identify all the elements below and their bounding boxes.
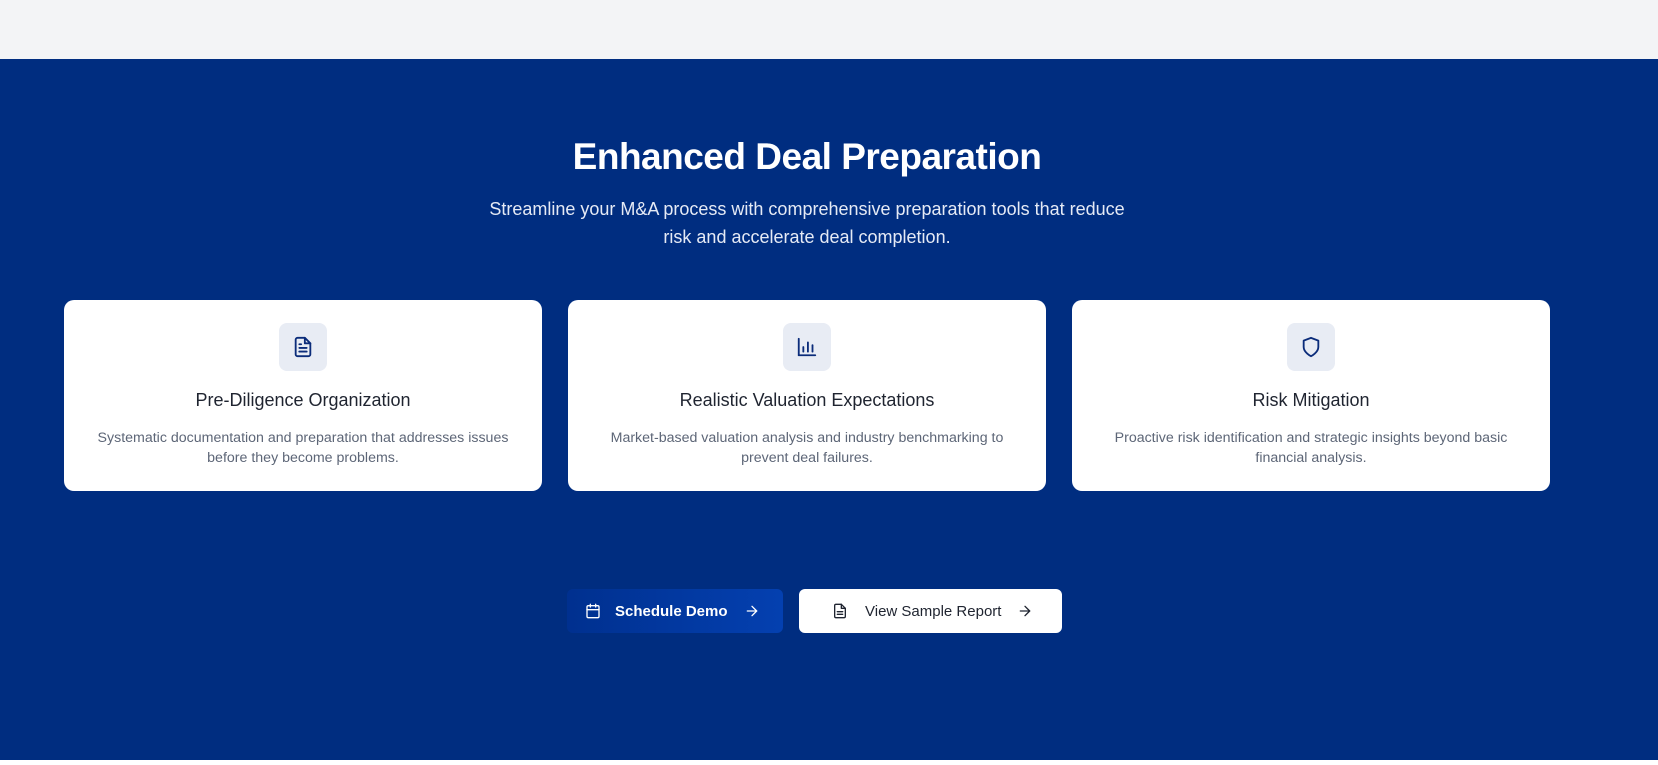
feature-title: Pre-Diligence Organization: [195, 390, 411, 410]
feature-title: Realistic Valuation Expectations: [679, 390, 935, 410]
bar-chart-icon: [783, 323, 831, 371]
feature-description: Systematic documentation and preparation…: [97, 430, 509, 466]
arrow-right-icon: [1017, 603, 1033, 619]
view-sample-report-label: View Sample Report: [865, 602, 1002, 620]
document-icon: [832, 603, 848, 619]
schedule-demo-button[interactable]: Schedule Demo: [567, 589, 783, 633]
schedule-demo-label: Schedule Demo: [615, 602, 728, 620]
view-sample-report-button[interactable]: View Sample Report: [799, 589, 1062, 633]
feature-description: Market-based valuation analysis and indu…: [610, 430, 1004, 466]
calendar-icon: [585, 603, 601, 619]
arrow-right-icon: [744, 603, 760, 619]
feature-description: Proactive risk identification and strate…: [1114, 430, 1508, 466]
shield-icon: [1287, 323, 1335, 371]
top-strip: [0, 0, 1658, 59]
hero-subtitle: Streamline your M&A process with compreh…: [489, 199, 1125, 247]
hero-title: Enhanced Deal Preparation: [572, 136, 1042, 177]
feature-card-risk: Risk Mitigation Proactive risk identific…: [1072, 300, 1550, 491]
feature-card-pre-diligence: Pre-Diligence Organization Systematic do…: [64, 300, 542, 491]
bottom-strip: [0, 760, 1658, 765]
document-icon: [279, 323, 327, 371]
feature-title: Risk Mitigation: [1252, 390, 1370, 410]
feature-card-valuation: Realistic Valuation Expectations Market-…: [568, 300, 1046, 491]
